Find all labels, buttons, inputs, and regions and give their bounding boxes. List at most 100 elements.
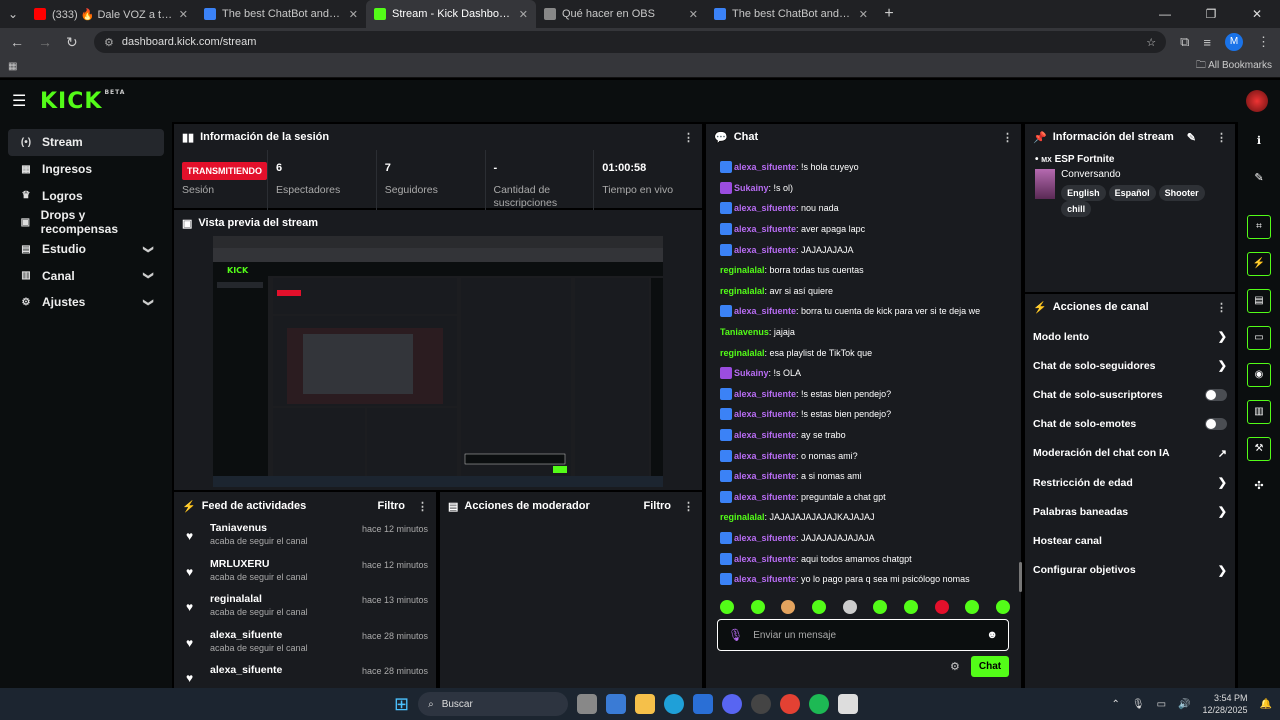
all-bookmarks-link[interactable]: 🗀 All Bookmarks [1196,58,1272,75]
tab-close-icon[interactable]: ✕ [179,8,188,21]
chat-username[interactable]: reginalalal [720,348,765,358]
feed-filter-button[interactable]: Filtro [378,500,406,512]
feed-username[interactable]: Taniavenus [210,522,362,534]
app-icon[interactable] [838,694,859,714]
wrench-icon[interactable]: ⚒ [1247,437,1271,461]
clock[interactable]: 3:54 PM 12/28/2025 [1203,692,1248,716]
chat-username[interactable]: alexa_sifuente [734,224,796,234]
chat-username[interactable]: alexa_sifuente [734,306,796,316]
tab-close-icon[interactable]: ✕ [689,8,698,21]
microphone-icon[interactable]: 🎙 [728,628,743,642]
browser-tab[interactable]: The best ChatBot and Widgets ✕ [196,0,366,28]
sidebar-item-drops[interactable]: ▣ Drops y recompensas [8,208,164,236]
toggle-switch[interactable] [1205,388,1227,401]
sidebar-item-canal[interactable]: ▥ Canal ❯ [8,262,164,289]
channel-actions-menu-icon[interactable]: ⋮ [1216,301,1227,314]
sidebar-item-logros[interactable]: ♛ Logros [8,182,164,209]
url-bar[interactable]: ⚙ dashboard.kick.com/stream ☆ [94,31,1167,53]
chat-username[interactable]: alexa_sifuente [734,451,796,461]
kick-logo[interactable]: KICK BETA [40,89,125,114]
sidebar-item-stream[interactable]: (•) Stream [8,129,164,156]
maximize-icon[interactable]: ❐ [1188,0,1234,28]
reload-icon[interactable]: ↻ [66,34,80,51]
file-explorer-icon[interactable] [635,694,656,714]
edit-icon[interactable]: ✎ [1247,166,1271,190]
sidebar-item-ajustes[interactable]: ⚙ Ajustes ❯ [8,289,164,316]
stream-tag[interactable]: English [1061,185,1106,201]
browser-tab[interactable]: Stream - Kick Dashboard ✕ [366,0,536,28]
chrome-icon[interactable] [780,694,801,714]
network-icon[interactable]: ▭ [1157,699,1166,710]
emote-icon[interactable] [750,600,765,614]
volume-icon[interactable]: 🔊 [1178,699,1190,710]
feed-username[interactable]: alexa_sifuente [210,629,362,641]
close-window-icon[interactable]: ✕ [1234,0,1280,28]
task-view-icon[interactable] [577,694,598,714]
feed-username[interactable]: reginalalal [210,593,362,605]
stream-category[interactable]: • MX ESP Fortnite [1025,150,1235,169]
new-tab-button[interactable]: + [876,5,902,23]
emote-icon[interactable] [873,600,888,614]
edit-pencil-icon[interactable]: ✎ [1187,131,1196,144]
document-icon[interactable]: ▤ [1247,289,1271,313]
widgets-icon[interactable] [606,694,627,714]
chat-username[interactable]: alexa_sifuente [734,471,796,481]
chat-username[interactable]: alexa_sifuente [734,554,796,564]
chat-username[interactable]: Sukainy [734,183,769,193]
channel-action-item[interactable]: Palabras baneadas ❯ [1025,497,1235,526]
bookmark-star-icon[interactable]: ☆ [1146,36,1156,49]
tab-close-icon[interactable]: ✕ [859,8,868,21]
feed-username[interactable]: MRLUXERU [210,558,362,570]
discord-icon[interactable] [722,694,743,714]
site-info-icon[interactable]: ⚙ [104,36,114,49]
media-icon[interactable]: ≡ [1203,35,1211,50]
tray-chevron-icon[interactable]: ⌃ [1112,699,1120,710]
emote-icon[interactable] [720,600,734,614]
broadcast-icon[interactable]: ◉ [1247,363,1271,387]
layout-icon[interactable]: ▥ [1247,400,1271,424]
chat-username[interactable]: alexa_sifuente [734,389,796,399]
sidebar-item-ingresos[interactable]: ▦ Ingresos [8,156,164,183]
browser-tab[interactable]: Qué hacer en OBS ✕ [536,0,706,28]
emote-icon[interactable] [781,600,796,614]
tab-close-icon[interactable]: ✕ [519,8,528,21]
stream-info-menu-icon[interactable]: ⋮ [1216,131,1227,144]
session-menu-icon[interactable]: ⋮ [683,131,694,144]
chat-username[interactable]: reginalalal [720,512,765,522]
emote-icon[interactable] [934,600,949,614]
channel-action-item[interactable]: Modo lento ❯ [1025,322,1235,351]
forward-icon[interactable]: → [38,34,52,50]
hamburger-menu-icon[interactable]: ☰ [12,91,40,111]
info-icon[interactable]: ℹ [1247,129,1271,153]
edge-icon[interactable] [664,694,685,714]
channel-action-item[interactable]: Moderación del chat con IA ↗ [1025,439,1235,468]
browser-tab[interactable]: The best ChatBot and Widgets ✕ [706,0,876,28]
chat-send-button[interactable]: Chat [971,656,1009,677]
channel-action-item[interactable]: Configurar objetivos ❯ [1025,556,1235,585]
toggle-switch[interactable] [1205,418,1227,431]
mic-tray-icon[interactable]: 🎙 [1132,699,1145,710]
emote-icon[interactable] [842,600,857,614]
emote-icon[interactable] [965,600,980,614]
chat-username[interactable]: alexa_sifuente [734,203,796,213]
channel-action-item[interactable]: Restricción de edad ❯ [1025,468,1235,497]
flash-icon[interactable]: ⚡ [1247,252,1271,276]
chat-icon[interactable]: ▭ [1247,326,1271,350]
browser-menu-icon[interactable]: ⋮ [1257,34,1270,50]
apps-icon[interactable]: ✣ [1247,474,1271,498]
notifications-icon[interactable]: 🔔 [1260,699,1272,710]
tab-search-icon[interactable]: ⌄ [0,7,26,21]
windows-start-icon[interactable]: ⊞ [394,694,409,715]
tab-close-icon[interactable]: ✕ [349,8,358,21]
channel-action-item[interactable]: Chat de solo-emotes [1025,410,1235,439]
extensions-icon[interactable]: ⧉ [1180,34,1189,50]
emote-icon[interactable] [811,600,826,614]
stream-tag[interactable]: chill [1061,201,1092,217]
emote-icon[interactable] [903,600,918,614]
chat-username[interactable]: reginalalal [720,286,765,296]
clip-icon[interactable]: ⌗ [1247,215,1271,239]
obs-icon[interactable] [751,694,772,714]
chat-menu-icon[interactable]: ⋮ [1002,131,1013,144]
emote-icon[interactable] [995,600,1010,614]
spotify-icon[interactable] [809,694,830,714]
